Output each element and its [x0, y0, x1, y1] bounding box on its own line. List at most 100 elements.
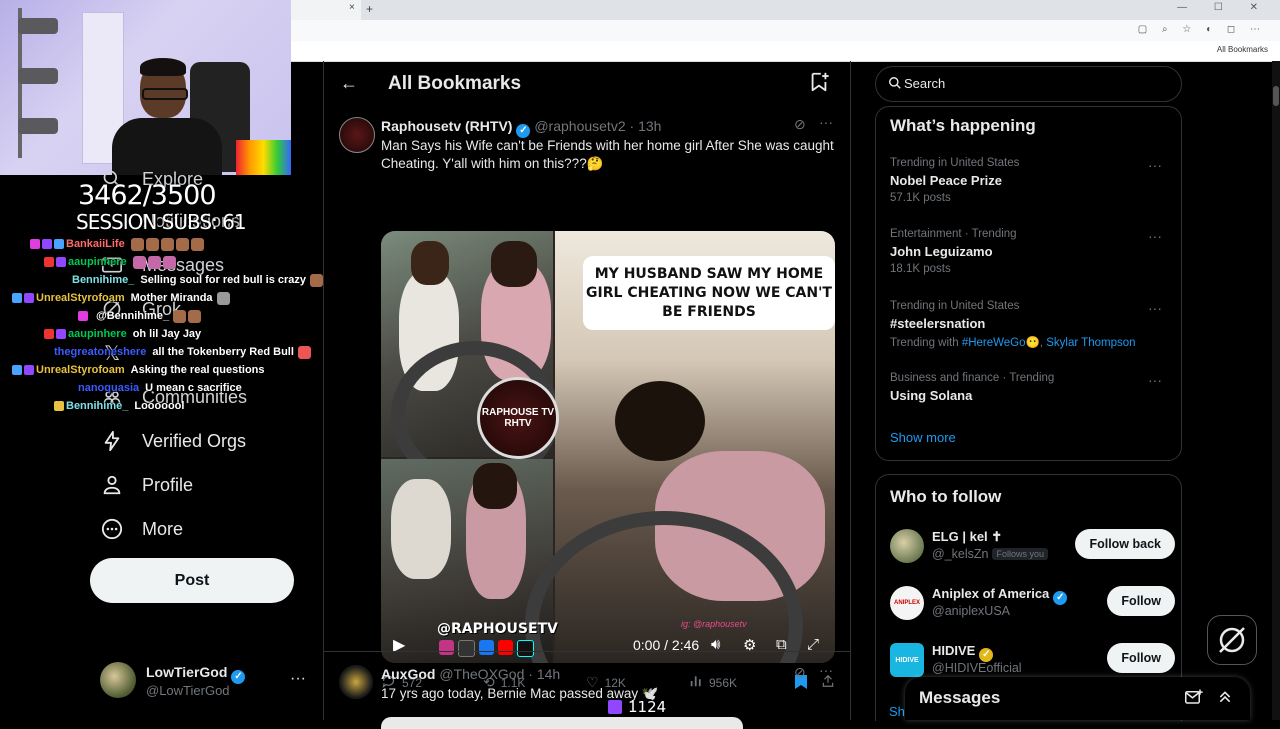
scrollbar[interactable]: [1272, 61, 1280, 720]
grok-icon[interactable]: ⊘: [794, 116, 806, 133]
tweet[interactable]: Raphousetv (RHTV) ✓ @raphousetv2 · 13h ⊘ …: [324, 111, 850, 690]
post-button[interactable]: Post: [90, 558, 294, 603]
avatar[interactable]: HIDIVE: [890, 643, 924, 677]
messages-drawer[interactable]: Messages: [905, 677, 1250, 720]
new-message-icon[interactable]: [1185, 689, 1203, 710]
more-icon[interactable]: ···: [1148, 372, 1162, 388]
nav-verified-orgs-label: Verified Orgs: [142, 430, 247, 451]
play-icon[interactable]: ▶: [393, 635, 405, 655]
account-more-icon[interactable]: ···: [290, 670, 306, 688]
search-input[interactable]: Search: [875, 66, 1182, 102]
follow-handle: @HIDIVEofficial: [932, 661, 1022, 675]
sub-goal-counter: 3462/3500: [78, 180, 217, 211]
chat-line: Bennihime_ Looooool: [54, 398, 184, 414]
timeline-header: ← All Bookmarks: [324, 61, 850, 107]
tweet-time: · 14h: [528, 666, 561, 682]
chat-line: Bennihime_ Selling soul for red bull is …: [72, 272, 325, 288]
chat-line: @Bennihime_: [78, 308, 203, 324]
follow-suggestion[interactable]: ELG | kel ✝ @_kelsZn Follows you Follow b…: [890, 527, 1175, 567]
search-placeholder: Search: [904, 76, 946, 91]
avatar[interactable]: [339, 117, 375, 153]
add-bookmark-folder-icon[interactable]: [808, 71, 832, 95]
section-title: Who to follow: [890, 487, 1002, 506]
window-controls[interactable]: — ☐ ✕: [1177, 2, 1270, 13]
account-handle: @LowTierGod: [146, 683, 230, 698]
raphouse-logo: RAPHOUSE TV RHTV: [477, 377, 559, 459]
toolbar-icons[interactable]: ▢ ⌕ ☆ ◐ ◻ ⋯: [1138, 24, 1266, 35]
more-icon[interactable]: ···: [1148, 157, 1162, 173]
show-more-link[interactable]: Show more: [890, 430, 956, 445]
more-circle-icon: [100, 517, 124, 541]
scroll-thumb[interactable]: [1273, 86, 1279, 106]
avatar[interactable]: [339, 665, 373, 699]
more-icon[interactable]: ···: [1148, 228, 1162, 244]
chat-line: nanoquasia U mean c sacrifice: [78, 382, 242, 394]
more-icon[interactable]: ···: [1148, 300, 1162, 316]
rainbow-object: [236, 140, 291, 175]
follow-back-button[interactable]: Follow back: [1075, 529, 1175, 559]
grok-button[interactable]: [1207, 615, 1257, 665]
verified-badge-icon: ✓: [231, 670, 246, 684]
tweet-handle: @raphousetv2: [534, 118, 626, 134]
trend-link[interactable]: Skylar Thompson: [1046, 337, 1135, 349]
tab-close-icon[interactable]: ×: [349, 2, 355, 13]
follow-button[interactable]: Follow: [1107, 586, 1175, 616]
tweet-video[interactable]: MY HUSBAND SAW MY HOME GIRL CHEATING NOW…: [381, 231, 835, 663]
more-icon[interactable]: ···: [819, 662, 833, 678]
trend-item[interactable]: Business and finance · Trending Using So…: [890, 372, 1170, 403]
page-title: All Bookmarks: [388, 73, 522, 94]
show-more-link[interactable]: Sh: [889, 704, 905, 719]
tweet-author[interactable]: Raphousetv (RHTV) ✓ @raphousetv2 · 13h: [381, 118, 661, 138]
follow-name: Aniplex of America ✓: [932, 586, 1068, 605]
tweet-image[interactable]: [381, 717, 743, 729]
tweet-author[interactable]: AuxGod @TheOXGod · 14h: [381, 666, 560, 682]
avatar[interactable]: [890, 529, 924, 563]
verified-badge-icon: ✓: [1053, 591, 1068, 605]
nav-more-label: More: [142, 518, 184, 539]
nav-verified-orgs[interactable]: Verified Orgs: [100, 426, 246, 456]
follow-handle: @_kelsZn Follows you: [932, 547, 1048, 561]
more-icon[interactable]: ···: [819, 114, 833, 130]
follow-name: HIDIVE ✓: [932, 643, 994, 662]
follow-suggestion[interactable]: ANIPLEX Aniplex of America ✓ @aniplexUSA …: [890, 584, 1175, 624]
glasses: [142, 88, 188, 100]
follow-suggestion[interactable]: HIDIVE HIDIVE ✓ @HIDIVEofficial Follow: [890, 641, 1175, 681]
search-icon: [888, 76, 902, 90]
grok-icon[interactable]: ⊘: [794, 664, 806, 681]
social-icons: [439, 640, 538, 657]
avatar: [100, 662, 136, 698]
avatar[interactable]: ANIPLEX: [890, 586, 924, 620]
messages-title: Messages: [919, 688, 1001, 707]
chat-line: UnrealStyrofoam Asking the real question…: [12, 362, 265, 378]
trend-link[interactable]: #HereWeGo😶: [962, 337, 1040, 349]
lightning-icon: [100, 429, 124, 453]
youtube-icon: [498, 640, 513, 655]
person-icon: [100, 473, 124, 497]
webcam-feed: [0, 0, 291, 175]
verified-badge-icon: ✓: [516, 124, 531, 138]
tweet[interactable]: AuxGod @TheOXGod · 14h ⊘ ··· 17 yrs ago …: [324, 659, 850, 729]
chat-line: UnrealStyrofoam Mother Miranda: [12, 290, 232, 306]
chat-line: BankaiiLife: [30, 236, 206, 252]
divider: [324, 651, 850, 652]
all-bookmarks-link[interactable]: All Bookmarks: [1217, 45, 1268, 54]
trend-item[interactable]: Trending in United States #steelersnatio…: [890, 300, 1170, 349]
x-icon: [458, 640, 475, 657]
nav-profile[interactable]: Profile: [100, 470, 193, 500]
expand-chevron-icon[interactable]: [1217, 689, 1233, 710]
instagram-icon: [439, 640, 454, 655]
bookmarks-bar: All Bookmarks: [291, 41, 1280, 62]
follow-button[interactable]: Follow: [1107, 643, 1175, 673]
tweet-text: Man Says his Wife can't be Friends with …: [381, 138, 834, 171]
account-name: LowTierGod ✓: [146, 664, 246, 684]
new-tab-button[interactable]: +: [366, 2, 373, 16]
trend-item[interactable]: Trending in United States Nobel Peace Pr…: [890, 157, 1170, 204]
bookmarks-timeline: ← All Bookmarks Raphousetv (RHTV) ✓ @raph…: [323, 61, 851, 729]
trend-item[interactable]: Entertainment · Trending John Leguizamo …: [890, 228, 1170, 275]
back-arrow-icon[interactable]: ←: [340, 73, 358, 94]
follow-handle: @aniplexUSA: [932, 604, 1011, 618]
account-switcher[interactable]: LowTierGod ✓ @LowTierGod ···: [100, 660, 310, 704]
nav-more[interactable]: More: [100, 514, 183, 544]
chat-line: thegreatoneshere all the Tokenberry Red …: [54, 344, 313, 360]
browser-tab[interactable]: ×: [291, 0, 361, 20]
